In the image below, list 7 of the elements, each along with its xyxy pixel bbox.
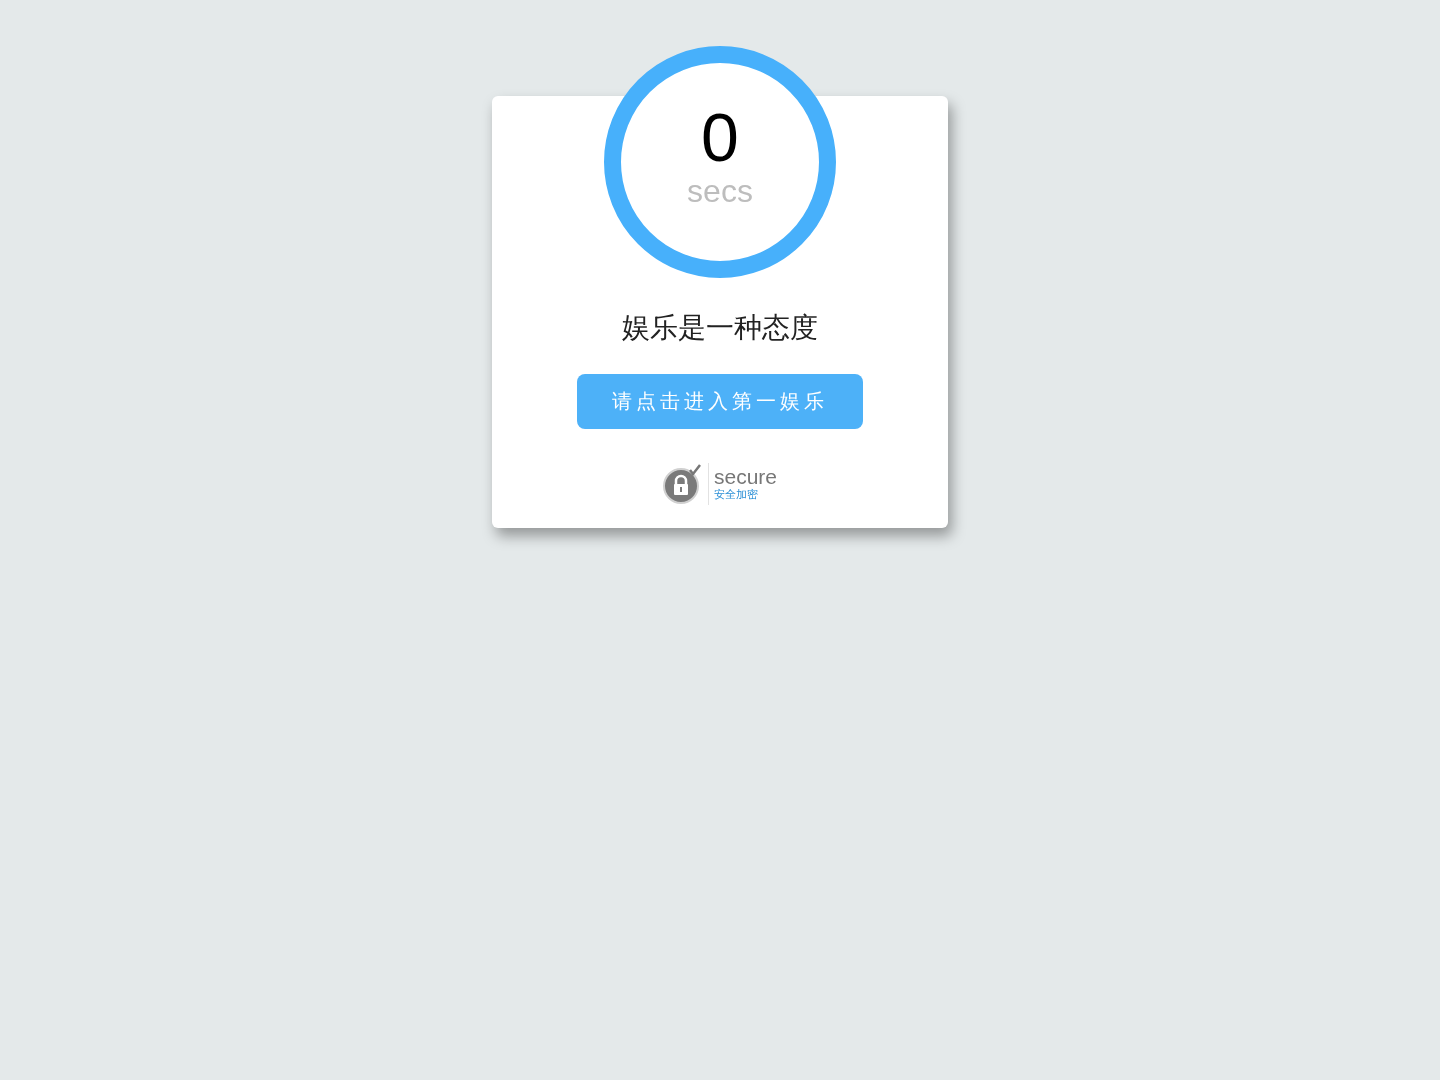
countdown-number: 0 xyxy=(701,101,739,173)
slogan: 娱乐是一种态度 xyxy=(622,311,818,345)
enter-button[interactable]: 请点击进入第一娱乐 xyxy=(577,374,863,429)
secure-title: secure xyxy=(714,467,777,487)
countdown-unit: secs xyxy=(687,173,753,209)
secure-subtitle: 安全加密 xyxy=(714,487,759,501)
padlock-icon xyxy=(663,464,703,504)
